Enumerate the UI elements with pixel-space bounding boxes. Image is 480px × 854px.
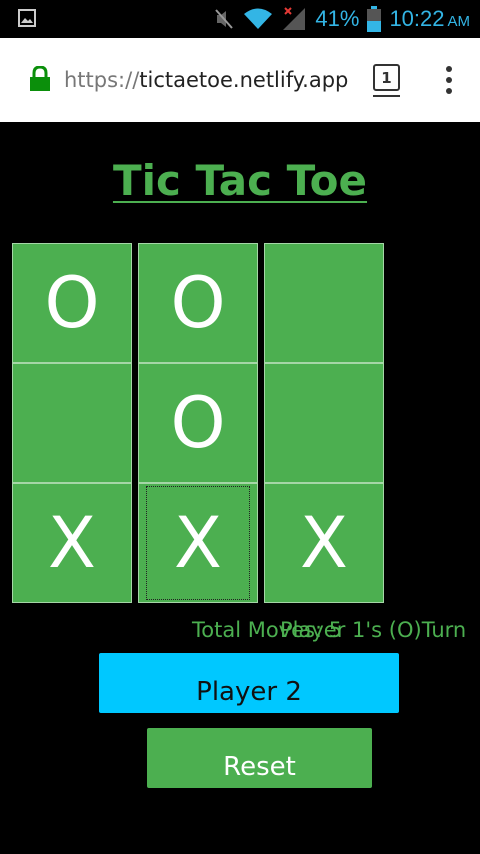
page-title: Tic Tac Toe (112, 156, 368, 205)
clock-time: 10:22 (389, 6, 445, 31)
board-cell-5[interactable]: O (138, 363, 258, 483)
board-cell-1[interactable]: O (12, 243, 132, 363)
game-board: O O O X X X (12, 243, 384, 603)
battery-icon (367, 6, 382, 32)
game-status: Total Moves: 5 Player 1's (O)Turn (192, 618, 480, 648)
board-cell-2[interactable]: O (138, 243, 258, 363)
board-cell-9[interactable]: X (264, 483, 384, 603)
player-button[interactable]: Player 2 (99, 653, 399, 713)
lock-icon (30, 66, 50, 91)
board-cell-6[interactable] (264, 363, 384, 483)
status-bar: 41% 10:22 AM (0, 0, 480, 38)
url-scheme: https:// (64, 68, 140, 92)
browser-toolbar: https://tictaetoe.netlify.app 1 (0, 38, 480, 122)
reset-button[interactable]: Reset (147, 728, 372, 788)
overflow-menu-icon[interactable] (440, 66, 458, 94)
clock-ampm: AM (447, 13, 471, 30)
battery-percentage: 41% (315, 6, 360, 31)
tab-count: 1 (381, 68, 392, 87)
tab-switcher-underline (373, 95, 400, 97)
board-cell-3[interactable] (264, 243, 384, 363)
turn-indicator-text: Player 1's (O)Turn (280, 618, 467, 642)
image-icon (18, 9, 36, 27)
board-cell-8[interactable]: X (138, 483, 258, 603)
board-cell-7[interactable]: X (12, 483, 132, 603)
tab-switcher-button[interactable]: 1 (373, 64, 400, 91)
clock: 10:22 AM (389, 6, 470, 32)
address-bar[interactable]: https://tictaetoe.netlify.app (64, 38, 364, 122)
mute-icon (215, 9, 234, 29)
wifi-icon (244, 8, 273, 29)
board-cell-4[interactable] (12, 363, 132, 483)
url-host: tictaetoe.netlify.app (139, 68, 349, 92)
signal-icon (283, 7, 306, 30)
